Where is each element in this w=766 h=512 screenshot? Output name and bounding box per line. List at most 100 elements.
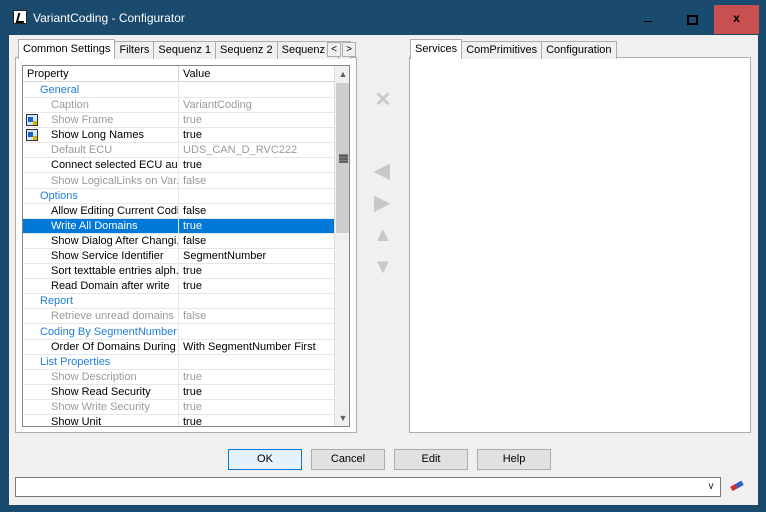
value-cell[interactable]: true [179,279,334,295]
value-cell[interactable]: false [179,234,334,249]
value-cell[interactable]: true [179,158,334,174]
ok-button[interactable]: OK [228,449,302,470]
property-cell[interactable]: Default ECU [23,143,179,159]
value-cell[interactable]: true [179,128,334,144]
value-cell[interactable]: false [179,309,334,325]
value-cell[interactable]: true [179,400,334,415]
property-cell[interactable]: Show Frame [23,113,179,129]
grid-category-row[interactable]: Coding By SegmentNumber [23,324,334,340]
grid-category-row[interactable]: Report [23,294,334,310]
value-cell[interactable] [179,325,334,340]
header-value[interactable]: Value [179,66,334,82]
grid-row[interactable]: Show Long Names true [23,128,334,144]
cancel-button[interactable]: Cancel [311,449,385,470]
tab-scroll-right-button[interactable]: > [342,42,356,57]
grid-category-row[interactable]: Options [23,188,334,204]
value-cell[interactable]: true [179,113,334,129]
scroll-down-button[interactable]: ▼ [335,410,349,426]
header-property[interactable]: Property [23,66,179,82]
tab-filters[interactable]: Filters [114,41,155,59]
property-cell[interactable]: Show Dialog After Changi... [23,233,179,249]
maximize-button[interactable] [670,5,714,34]
grid-row[interactable]: Order Of Domains During ... With SegmentN… [23,339,334,355]
value-cell[interactable]: UDS_CAN_D_RVC222 [179,143,334,159]
value-cell[interactable]: true [179,370,334,385]
grid-row[interactable]: Write All Domains true [23,218,334,234]
property-cell[interactable]: Order Of Domains During ... [23,339,179,355]
bottom-combo-box[interactable]: ∨ [15,477,721,497]
value-cell[interactable]: false [179,174,334,189]
tab-comprimitives[interactable]: ComPrimitives [461,41,543,59]
edit-button[interactable]: Edit [394,449,468,470]
grid-row[interactable]: Show Service Identifier SegmentNumber [23,249,334,265]
grid-row[interactable]: Show LogicalLinks on Var... false [23,173,334,189]
value-cell[interactable] [179,83,334,98]
value-cell[interactable] [179,189,334,204]
grid-row[interactable]: Show Dialog After Changi... false [23,233,334,249]
value-cell[interactable] [179,294,334,310]
grid-row[interactable]: Show Unit true [23,415,334,426]
grid-row[interactable]: Show Frame true [23,113,334,129]
property-cell[interactable]: Read Domain after write [23,279,179,295]
value-cell[interactable]: true [179,385,334,400]
property-cell[interactable]: Show Write Security [23,399,179,415]
grid-row[interactable]: Show Read Security true [23,384,334,400]
property-cell[interactable]: Connect selected ECU au... [23,158,179,174]
grid-row[interactable]: Connect selected ECU au... true [23,158,334,174]
property-cell[interactable]: Show LogicalLinks on Var... [23,173,179,189]
property-cell[interactable]: General [23,83,179,98]
chevron-down-icon[interactable]: ∨ [705,480,717,494]
property-cell[interactable]: Show Long Names [23,128,179,144]
value-cell[interactable]: true [179,264,334,280]
grid-row[interactable]: Retrieve unread domains false [23,309,334,325]
arrow-down-icon[interactable]: ▼ [373,257,393,277]
property-cell[interactable]: Show Unit [23,415,179,426]
arrow-left-icon[interactable]: ◀ [373,161,391,181]
property-cell[interactable]: Write All Domains [23,218,179,234]
property-cell[interactable]: Retrieve unread domains [23,309,179,325]
help-button[interactable]: Help [477,449,551,470]
property-cell[interactable]: List Properties [23,354,179,370]
arrow-right-icon[interactable]: ▶ [373,193,391,213]
value-cell[interactable]: false [179,204,334,219]
scroll-up-button[interactable]: ▲ [335,66,349,82]
property-cell[interactable]: Caption [23,98,179,114]
grid-row[interactable]: Read Domain after write true [23,279,334,295]
property-cell[interactable]: Show Description [23,369,179,385]
property-cell[interactable]: Coding By SegmentNumber [23,324,179,340]
tab-sequenz-2[interactable]: Sequenz 2 [215,41,278,59]
eraser-icon[interactable] [730,480,744,492]
grid-row[interactable]: Default ECU UDS_CAN_D_RVC222 [23,143,334,159]
value-cell[interactable]: true [179,218,334,234]
property-cell[interactable]: Show Service Identifier [23,249,179,265]
property-cell[interactable]: Report [23,294,179,310]
property-name: General [40,84,80,96]
tab-common-settings[interactable]: Common Settings [18,39,116,59]
tab-services[interactable]: Services [410,39,463,59]
tab-sequenz-1[interactable]: Sequenz 1 [153,41,216,59]
value-cell[interactable]: With SegmentNumber First [179,340,334,355]
value-cell[interactable]: SegmentNumber [179,249,334,265]
grid-row[interactable]: Sort texttable entries alph... true [23,264,334,280]
property-cell[interactable]: Show Read Security [23,384,179,400]
value-cell[interactable]: true [179,415,334,426]
grid-row[interactable]: Show Description true [23,369,334,385]
scroll-thumb[interactable]: ▬ ▬ ▬ [336,83,349,233]
grid-row[interactable]: Caption VariantCoding [23,98,334,114]
property-cell[interactable]: Allow Editing Current Codi... [23,203,179,219]
property-cell[interactable]: Sort texttable entries alph... [23,264,179,280]
remove-icon[interactable]: ✕ [374,90,392,110]
grid-category-row[interactable]: List Properties [23,354,334,370]
property-cell[interactable]: Options [23,188,179,204]
value-cell[interactable] [179,355,334,370]
tab-scroll-left-button[interactable]: < [327,42,341,57]
grid-scrollbar[interactable]: ▲ ▬ ▬ ▬ ▼ [334,66,349,426]
minimize-button[interactable] [626,5,670,34]
tab-configuration[interactable]: Configuration [541,41,617,59]
grid-row[interactable]: Show Write Security true [23,399,334,415]
close-button[interactable]: x [714,5,759,34]
value-cell[interactable]: VariantCoding [179,98,334,114]
grid-row[interactable]: Allow Editing Current Codi... false [23,203,334,219]
arrow-up-icon[interactable]: ▲ [373,225,393,245]
grid-category-row[interactable]: General [23,83,334,98]
